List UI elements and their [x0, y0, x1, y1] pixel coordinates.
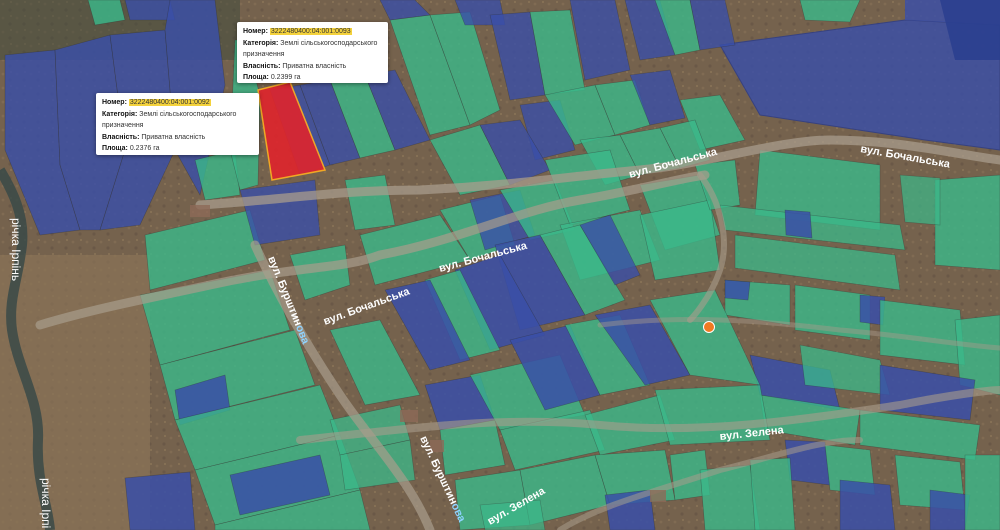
cadastral-map[interactable]: вул. Бочальська вул. Бочальська вул. Боч… [0, 0, 1000, 530]
river-label-irpin-top: річка Ірпінь [9, 218, 23, 281]
river-label-irpin-bottom: річка Ірпі [39, 478, 53, 528]
cadastral-number[interactable]: 3222480400:04:001:0092 [128, 99, 211, 106]
popup-number-row: Номер: 3222480400:04:001:0092 [102, 99, 211, 106]
parcel-info-popup-0092[interactable]: Номер: 3222480400:04:001:0092 Категорія:… [96, 93, 259, 155]
cadastral-number[interactable]: 3222480400:04:001:0093 [269, 28, 352, 35]
map-canvas[interactable]: вул. Бочальська вул. Бочальська вул. Боч… [0, 0, 1000, 530]
popup-ownership-row: Власність: Приватна власність [243, 62, 347, 70]
popup-number-row: Номер: 3222480400:04:001:0093 [243, 28, 352, 35]
popup-area-row: Площа: 0.2376 га [102, 145, 160, 152]
popup-ownership-row: Власність: Приватна власність [102, 133, 206, 141]
popup-area-row: Площа: 0.2399 га [243, 74, 301, 81]
location-marker[interactable] [703, 321, 715, 333]
popup-category-row: Категорія: Землі сільськогосподарського … [243, 39, 378, 59]
popup-category-row: Категорія: Землі сільськогосподарського … [102, 110, 237, 130]
parcel-info-popup-0093[interactable]: Номер: 3222480400:04:001:0093 Категорія:… [237, 22, 388, 83]
